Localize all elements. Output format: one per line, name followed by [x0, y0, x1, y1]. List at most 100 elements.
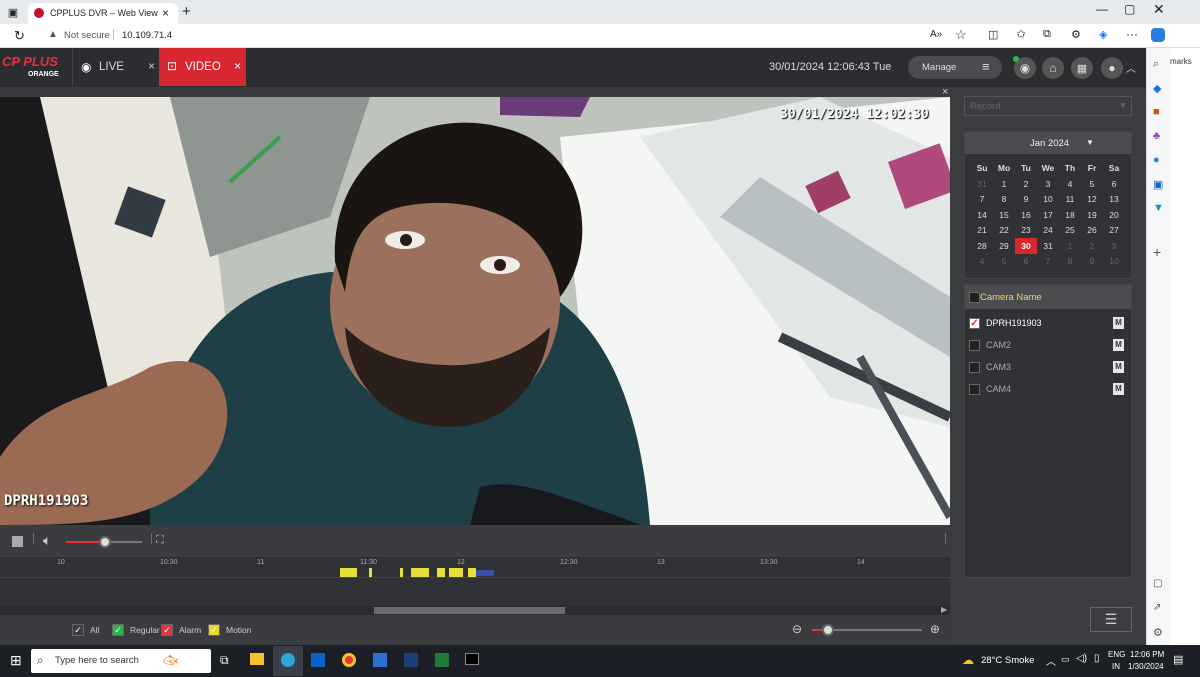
calendar-day[interactable]: 25: [1059, 223, 1081, 239]
camera-main-stream-badge[interactable]: M: [1113, 339, 1124, 351]
camera-checkbox[interactable]: [969, 384, 980, 395]
calendar-day[interactable]: 23: [1015, 223, 1037, 239]
camera-checkbox[interactable]: [969, 362, 980, 373]
sidebar-games-icon[interactable]: ♣: [1153, 130, 1160, 142]
zoom-slider-handle[interactable]: [822, 624, 834, 636]
calendar-day[interactable]: 21: [971, 223, 993, 239]
extensions-icon[interactable]: ⚙: [1071, 28, 1081, 41]
speaker-icon[interactable]: ◁): [1076, 653, 1087, 664]
new-tab-icon[interactable]: +: [182, 3, 191, 20]
calendar-day[interactable]: 4: [1059, 176, 1081, 192]
sidebar-panel-icon[interactable]: ▢: [1153, 578, 1162, 589]
legend-checkbox[interactable]: ✓: [208, 624, 220, 636]
calendar-day[interactable]: 30: [1015, 238, 1037, 254]
calendar-day[interactable]: 31: [1037, 238, 1059, 254]
user-icon[interactable]: ●: [1101, 57, 1123, 79]
tab-video-close-icon[interactable]: ×: [234, 59, 241, 73]
file-explorer-icon[interactable]: [250, 653, 264, 665]
calendar-day[interactable]: 22: [993, 223, 1015, 239]
taskbar-search-box[interactable]: ⌕ Type here to search 🐟︎: [31, 649, 211, 673]
manage-button[interactable]: Manage ≡: [908, 56, 1002, 79]
calendar-day[interactable]: 27: [1103, 223, 1125, 239]
battery-icon[interactable]: ▯: [1094, 653, 1100, 664]
calendar-day[interactable]: 7: [1037, 254, 1059, 270]
tray-chevron-icon[interactable]: ︿: [1046, 653, 1056, 668]
sidebar-external-icon[interactable]: ⇗: [1153, 602, 1161, 613]
tab-live-close-icon[interactable]: ×: [148, 59, 155, 73]
sidebar-outlook-icon[interactable]: ▣: [1153, 178, 1163, 191]
calendar-day[interactable]: 19: [1081, 207, 1103, 223]
sidebar-add-icon[interactable]: +: [1153, 244, 1161, 260]
tab-close-icon[interactable]: ×: [162, 6, 169, 20]
security-label[interactable]: Not secure: [64, 30, 110, 41]
camera-main-stream-badge[interactable]: M: [1113, 383, 1124, 395]
calendar-day[interactable]: 4: [971, 254, 993, 270]
read-aloud-icon[interactable]: A»: [930, 29, 942, 40]
sidebar-tools-icon[interactable]: ■: [1153, 106, 1160, 118]
browser-tab[interactable]: CPPLUS DVR – Web View ×: [28, 3, 178, 24]
favorites-icon[interactable]: ✩: [1016, 27, 1026, 41]
calendar-day[interactable]: 6: [1103, 176, 1125, 192]
warning-icon[interactable]: ▲: [48, 29, 58, 40]
calendar-day[interactable]: 8: [1059, 254, 1081, 270]
calendar-day[interactable]: 9: [1015, 192, 1037, 208]
window-close-icon[interactable]: ✕: [1153, 1, 1165, 18]
lang-top[interactable]: ENG: [1108, 650, 1125, 659]
calendar-day[interactable]: 10: [1037, 192, 1059, 208]
calendar-day[interactable]: 31: [971, 176, 993, 192]
calendar-day[interactable]: 1: [993, 176, 1015, 192]
stop-icon[interactable]: [12, 536, 23, 547]
video-feed[interactable]: 30/01/2024 12:02:30 DPRH191903: [0, 97, 950, 525]
notification-icon[interactable]: ▤: [1173, 653, 1183, 666]
calendar-day[interactable]: 3: [1037, 176, 1059, 192]
task-view-icon[interactable]: ⧉: [220, 653, 229, 668]
settings-more-icon[interactable]: ···: [1126, 27, 1138, 41]
calendar-header[interactable]: Jan 2024 ▼: [965, 132, 1131, 154]
playhead-marker[interactable]: [476, 570, 494, 576]
calendar-day[interactable]: 28: [971, 238, 993, 254]
camera-main-stream-badge[interactable]: M: [1113, 361, 1124, 373]
chrome-taskbar-icon[interactable]: [342, 653, 356, 667]
browser-essentials-icon[interactable]: ◈: [1099, 28, 1107, 41]
app2-taskbar-icon[interactable]: [404, 653, 418, 667]
calendar-day[interactable]: 26: [1081, 223, 1103, 239]
camera-checkbox[interactable]: ✓: [969, 318, 980, 329]
tab-actions-icon[interactable]: ▣: [6, 5, 20, 19]
calendar-day[interactable]: 16: [1015, 207, 1037, 223]
tab-live[interactable]: ◉ LIVE ×: [72, 48, 158, 86]
sidebar-m365-icon[interactable]: ●: [1153, 154, 1160, 166]
chevron-up-icon[interactable]: ︿: [1126, 60, 1136, 75]
url-field[interactable]: 10.109.71.4: [122, 30, 172, 41]
calendar-day[interactable]: 12: [1081, 192, 1103, 208]
volume-icon[interactable]: 🔈︎: [43, 532, 51, 549]
clock-time[interactable]: 12:06 PM: [1130, 650, 1164, 659]
tab-video[interactable]: ⊡ VIDEO ×: [159, 48, 246, 86]
collections-icon[interactable]: ⧉: [1043, 28, 1051, 41]
scroll-right-icon[interactable]: ▶: [941, 605, 947, 614]
calendar-day[interactable]: 10: [1103, 254, 1125, 270]
sidebar-shopping-icon[interactable]: ◆: [1153, 82, 1161, 95]
calendar-day[interactable]: 24: [1037, 223, 1059, 239]
screenshot-icon[interactable]: ⛶: [156, 534, 164, 547]
calendar-day[interactable]: 8: [993, 192, 1015, 208]
excel-taskbar-icon[interactable]: [435, 653, 449, 667]
calendar-day[interactable]: 20: [1103, 207, 1125, 223]
timeline[interactable]: 10 10:30 11 11:30 12 12:30 13 13:30 14: [0, 557, 950, 607]
copilot-icon[interactable]: [1151, 28, 1165, 42]
reload-icon[interactable]: ↻: [14, 28, 25, 44]
camera-row[interactable]: CAM3 M: [965, 357, 1131, 379]
legend-checkbox[interactable]: ✓: [161, 624, 173, 636]
timeline-scroll-thumb[interactable]: [374, 607, 565, 614]
record-type-select[interactable]: Record ▼: [964, 96, 1132, 116]
calendar-day[interactable]: 1: [1059, 238, 1081, 254]
zoom-in-icon[interactable]: ⊕: [930, 622, 940, 636]
calendar-day[interactable]: 13: [1103, 192, 1125, 208]
camera-row[interactable]: ✓ DPRH191903 M: [965, 313, 1131, 335]
camera-row[interactable]: CAM4 M: [965, 379, 1131, 401]
calendar-day[interactable]: 2: [1015, 176, 1037, 192]
calendar-day[interactable]: 2: [1081, 238, 1103, 254]
calendar-day[interactable]: 5: [1081, 176, 1103, 192]
zoom-out-icon[interactable]: ⊖: [792, 622, 802, 636]
maximize-icon[interactable]: ▢: [1124, 2, 1135, 16]
calendar-day[interactable]: 29: [993, 238, 1015, 254]
